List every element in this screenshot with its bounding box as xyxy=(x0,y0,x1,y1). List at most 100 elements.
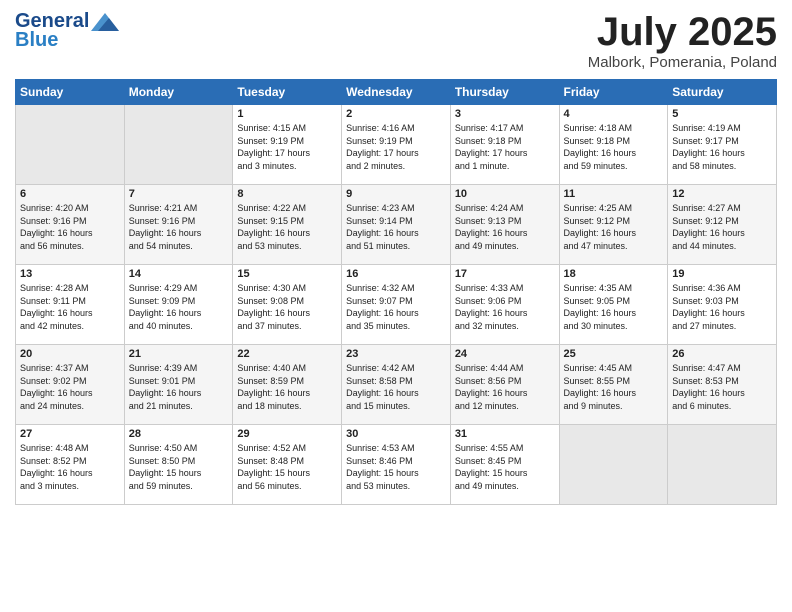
day-number: 3 xyxy=(455,108,555,120)
page: General Blue July 2025 Malbork, Pomerani… xyxy=(0,0,792,612)
calendar-cell xyxy=(559,425,668,505)
day-number: 22 xyxy=(237,348,337,360)
col-header-sunday: Sunday xyxy=(16,80,125,105)
day-info: Sunrise: 4:25 AM Sunset: 9:12 PM Dayligh… xyxy=(564,202,664,252)
logo-blue: Blue xyxy=(15,29,58,52)
day-number: 23 xyxy=(346,348,446,360)
day-number: 13 xyxy=(20,268,120,280)
day-info: Sunrise: 4:23 AM Sunset: 9:14 PM Dayligh… xyxy=(346,202,446,252)
calendar-cell: 11 Sunrise: 4:25 AM Sunset: 9:12 PM Dayli… xyxy=(559,185,668,265)
day-number: 29 xyxy=(237,428,337,440)
day-number: 15 xyxy=(237,268,337,280)
day-info: Sunrise: 4:52 AM Sunset: 8:48 PM Dayligh… xyxy=(237,442,337,492)
calendar-cell: 12 Sunrise: 4:27 AM Sunset: 9:12 PM Dayli… xyxy=(668,185,777,265)
day-number: 10 xyxy=(455,188,555,200)
day-number: 27 xyxy=(20,428,120,440)
day-info: Sunrise: 4:37 AM Sunset: 9:02 PM Dayligh… xyxy=(20,362,120,412)
day-number: 26 xyxy=(672,348,772,360)
day-info: Sunrise: 4:50 AM Sunset: 8:50 PM Dayligh… xyxy=(129,442,229,492)
day-info: Sunrise: 4:22 AM Sunset: 9:15 PM Dayligh… xyxy=(237,202,337,252)
calendar-cell: 9 Sunrise: 4:23 AM Sunset: 9:14 PM Daylig… xyxy=(342,185,451,265)
calendar-cell: 20 Sunrise: 4:37 AM Sunset: 9:02 PM Dayli… xyxy=(16,345,125,425)
day-info: Sunrise: 4:39 AM Sunset: 9:01 PM Dayligh… xyxy=(129,362,229,412)
day-number: 25 xyxy=(564,348,664,360)
col-header-saturday: Saturday xyxy=(668,80,777,105)
day-number: 11 xyxy=(564,188,664,200)
col-header-thursday: Thursday xyxy=(450,80,559,105)
calendar-cell: 19 Sunrise: 4:36 AM Sunset: 9:03 PM Dayli… xyxy=(668,265,777,345)
calendar-cell: 2 Sunrise: 4:16 AM Sunset: 9:19 PM Daylig… xyxy=(342,105,451,185)
calendar-cell: 6Sunrise: 4:20 AM Sunset: 9:16 PM Daylig… xyxy=(16,185,125,265)
calendar-cell: 29 Sunrise: 4:52 AM Sunset: 8:48 PM Dayli… xyxy=(233,425,342,505)
calendar-cell: 26 Sunrise: 4:47 AM Sunset: 8:53 PM Dayli… xyxy=(668,345,777,425)
logo: General Blue xyxy=(15,10,119,52)
day-info: Sunrise: 4:32 AM Sunset: 9:07 PM Dayligh… xyxy=(346,282,446,332)
day-info: Sunrise: 4:35 AM Sunset: 9:05 PM Dayligh… xyxy=(564,282,664,332)
day-number: 9 xyxy=(346,188,446,200)
week-row-2: 6Sunrise: 4:20 AM Sunset: 9:16 PM Daylig… xyxy=(16,185,777,265)
day-number: 28 xyxy=(129,428,229,440)
week-row-4: 20 Sunrise: 4:37 AM Sunset: 9:02 PM Dayli… xyxy=(16,345,777,425)
day-number: 5 xyxy=(672,108,772,120)
calendar-cell xyxy=(16,105,125,185)
col-header-tuesday: Tuesday xyxy=(233,80,342,105)
calendar-cell: 10 Sunrise: 4:24 AM Sunset: 9:13 PM Dayli… xyxy=(450,185,559,265)
header: General Blue July 2025 Malbork, Pomerani… xyxy=(15,10,777,71)
calendar-cell: 4Sunrise: 4:18 AM Sunset: 9:18 PM Daylig… xyxy=(559,105,668,185)
week-row-1: 1 Sunrise: 4:15 AM Sunset: 9:19 PM Daylig… xyxy=(16,105,777,185)
day-info: Sunrise: 4:48 AM Sunset: 8:52 PM Dayligh… xyxy=(20,442,120,492)
calendar-cell: 1 Sunrise: 4:15 AM Sunset: 9:19 PM Daylig… xyxy=(233,105,342,185)
day-info: Sunrise: 4:16 AM Sunset: 9:19 PM Dayligh… xyxy=(346,122,446,172)
calendar-cell: 5 Sunrise: 4:19 AM Sunset: 9:17 PM Daylig… xyxy=(668,105,777,185)
day-info: Sunrise: 4:17 AM Sunset: 9:18 PM Dayligh… xyxy=(455,122,555,172)
calendar-cell: 7 Sunrise: 4:21 AM Sunset: 9:16 PM Daylig… xyxy=(124,185,233,265)
calendar-cell: 24Sunrise: 4:44 AM Sunset: 8:56 PM Dayli… xyxy=(450,345,559,425)
day-number: 12 xyxy=(672,188,772,200)
day-number: 2 xyxy=(346,108,446,120)
day-info: Sunrise: 4:29 AM Sunset: 9:09 PM Dayligh… xyxy=(129,282,229,332)
calendar-table: SundayMondayTuesdayWednesdayThursdayFrid… xyxy=(15,79,777,505)
day-number: 14 xyxy=(129,268,229,280)
calendar-cell: 8Sunrise: 4:22 AM Sunset: 9:15 PM Daylig… xyxy=(233,185,342,265)
week-row-5: 27 Sunrise: 4:48 AM Sunset: 8:52 PM Dayli… xyxy=(16,425,777,505)
day-info: Sunrise: 4:15 AM Sunset: 9:19 PM Dayligh… xyxy=(237,122,337,172)
calendar-cell: 17 Sunrise: 4:33 AM Sunset: 9:06 PM Dayli… xyxy=(450,265,559,345)
calendar-cell: 27 Sunrise: 4:48 AM Sunset: 8:52 PM Dayli… xyxy=(16,425,125,505)
day-info: Sunrise: 4:30 AM Sunset: 9:08 PM Dayligh… xyxy=(237,282,337,332)
day-info: Sunrise: 4:24 AM Sunset: 9:13 PM Dayligh… xyxy=(455,202,555,252)
calendar-cell: 30 Sunrise: 4:53 AM Sunset: 8:46 PM Dayli… xyxy=(342,425,451,505)
logo-icon xyxy=(91,13,119,31)
day-number: 1 xyxy=(237,108,337,120)
day-info: Sunrise: 4:20 AM Sunset: 9:16 PM Dayligh… xyxy=(20,202,120,252)
day-number: 19 xyxy=(672,268,772,280)
day-info: Sunrise: 4:47 AM Sunset: 8:53 PM Dayligh… xyxy=(672,362,772,412)
day-number: 16 xyxy=(346,268,446,280)
calendar-cell: 3 Sunrise: 4:17 AM Sunset: 9:18 PM Daylig… xyxy=(450,105,559,185)
day-info: Sunrise: 4:27 AM Sunset: 9:12 PM Dayligh… xyxy=(672,202,772,252)
header-row: SundayMondayTuesdayWednesdayThursdayFrid… xyxy=(16,80,777,105)
day-info: Sunrise: 4:45 AM Sunset: 8:55 PM Dayligh… xyxy=(564,362,664,412)
day-number: 20 xyxy=(20,348,120,360)
day-number: 17 xyxy=(455,268,555,280)
day-number: 31 xyxy=(455,428,555,440)
calendar-cell: 23 Sunrise: 4:42 AM Sunset: 8:58 PM Dayli… xyxy=(342,345,451,425)
calendar-cell: 13Sunrise: 4:28 AM Sunset: 9:11 PM Dayli… xyxy=(16,265,125,345)
calendar-cell: 18 Sunrise: 4:35 AM Sunset: 9:05 PM Dayli… xyxy=(559,265,668,345)
day-info: Sunrise: 4:21 AM Sunset: 9:16 PM Dayligh… xyxy=(129,202,229,252)
title-block: July 2025 Malbork, Pomerania, Poland xyxy=(588,10,777,71)
calendar-cell: 21Sunrise: 4:39 AM Sunset: 9:01 PM Dayli… xyxy=(124,345,233,425)
day-info: Sunrise: 4:36 AM Sunset: 9:03 PM Dayligh… xyxy=(672,282,772,332)
day-info: Sunrise: 4:53 AM Sunset: 8:46 PM Dayligh… xyxy=(346,442,446,492)
day-info: Sunrise: 4:33 AM Sunset: 9:06 PM Dayligh… xyxy=(455,282,555,332)
day-number: 30 xyxy=(346,428,446,440)
day-info: Sunrise: 4:19 AM Sunset: 9:17 PM Dayligh… xyxy=(672,122,772,172)
calendar-cell: 28 Sunrise: 4:50 AM Sunset: 8:50 PM Dayli… xyxy=(124,425,233,505)
calendar-cell: 14 Sunrise: 4:29 AM Sunset: 9:09 PM Dayli… xyxy=(124,265,233,345)
day-info: Sunrise: 4:40 AM Sunset: 8:59 PM Dayligh… xyxy=(237,362,337,412)
month-title: July 2025 xyxy=(588,10,777,54)
day-number: 18 xyxy=(564,268,664,280)
day-number: 7 xyxy=(129,188,229,200)
calendar-cell: 15 Sunrise: 4:30 AM Sunset: 9:08 PM Dayli… xyxy=(233,265,342,345)
col-header-monday: Monday xyxy=(124,80,233,105)
day-info: Sunrise: 4:42 AM Sunset: 8:58 PM Dayligh… xyxy=(346,362,446,412)
